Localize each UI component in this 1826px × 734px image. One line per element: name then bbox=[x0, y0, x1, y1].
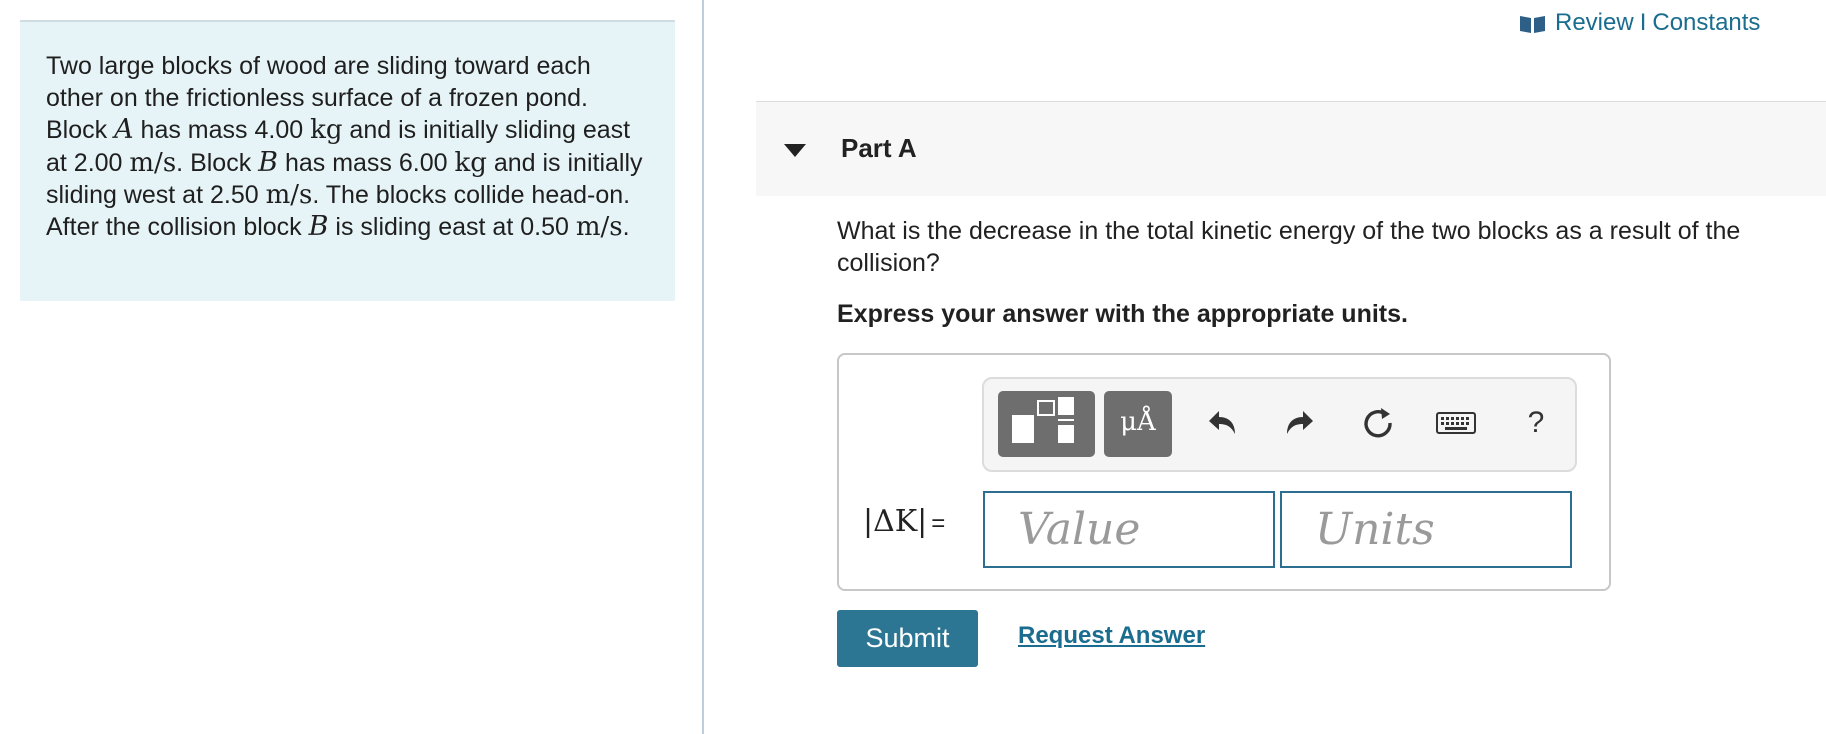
caret-down-icon[interactable] bbox=[784, 144, 806, 157]
redo-icon bbox=[1287, 411, 1313, 434]
problem-statement: Two large blocks of wood are sliding tow… bbox=[20, 20, 675, 301]
block-b-symbol: B bbox=[258, 146, 278, 178]
review-link[interactable]: Review bbox=[1555, 9, 1634, 37]
request-answer-link[interactable]: Request Answer bbox=[1018, 622, 1205, 650]
keyboard-icon bbox=[1436, 412, 1476, 434]
block-a-symbol: A bbox=[114, 114, 134, 146]
answer-label: |ΔK| = bbox=[863, 504, 945, 539]
link-separator: I bbox=[1639, 9, 1647, 36]
math-toolbar: μÅ ? bbox=[982, 377, 1577, 472]
submit-button[interactable]: Submit bbox=[837, 610, 978, 667]
value-input[interactable] bbox=[983, 491, 1275, 568]
problem-text: . Block bbox=[176, 148, 259, 177]
unit-kg: kg bbox=[454, 147, 487, 178]
header-links: Review I Constants bbox=[1519, 8, 1760, 38]
undo-icon bbox=[1209, 411, 1235, 434]
keyboard-button[interactable] bbox=[1432, 401, 1480, 445]
unit-ms: m/s bbox=[129, 147, 177, 178]
constants-link[interactable]: Constants bbox=[1652, 9, 1760, 37]
answer-box: μÅ ? |ΔK| = Value Units bbox=[837, 353, 1611, 591]
templates-icon bbox=[1012, 397, 1074, 443]
panel-divider bbox=[702, 0, 704, 734]
reset-button[interactable] bbox=[1358, 401, 1398, 445]
unit-ms: m/s bbox=[575, 212, 623, 243]
redo-button[interactable] bbox=[1280, 401, 1320, 445]
problem-text: has mass 4.00 bbox=[133, 116, 311, 145]
answer-instruction: Express your answer with the appropriate… bbox=[837, 300, 1408, 328]
delta-k-symbol: |ΔK| bbox=[863, 504, 928, 539]
part-a-header[interactable]: Part A bbox=[756, 101, 1826, 196]
units-input[interactable] bbox=[1280, 491, 1572, 568]
units-icon: μÅ bbox=[1120, 407, 1156, 437]
part-title: Part A bbox=[841, 133, 917, 163]
equals-sign: = bbox=[931, 510, 946, 537]
templates-button[interactable] bbox=[998, 391, 1095, 457]
problem-text: has mass 6.00 bbox=[278, 148, 455, 177]
unit-ms: m/s bbox=[265, 179, 313, 210]
reset-icon bbox=[1364, 408, 1392, 438]
units-button[interactable]: μÅ bbox=[1104, 391, 1172, 457]
help-button[interactable]: ? bbox=[1516, 401, 1556, 445]
block-b-symbol: B bbox=[308, 211, 329, 243]
problem-text: . bbox=[622, 213, 630, 242]
page: Two large blocks of wood are sliding tow… bbox=[0, 0, 1826, 734]
undo-button[interactable] bbox=[1202, 401, 1242, 445]
question-text: What is the decrease in the total kineti… bbox=[837, 217, 1741, 277]
problem-text: is sliding east at 0.50 bbox=[328, 213, 576, 242]
unit-kg: kg bbox=[310, 115, 343, 146]
book-icon bbox=[1519, 13, 1546, 33]
